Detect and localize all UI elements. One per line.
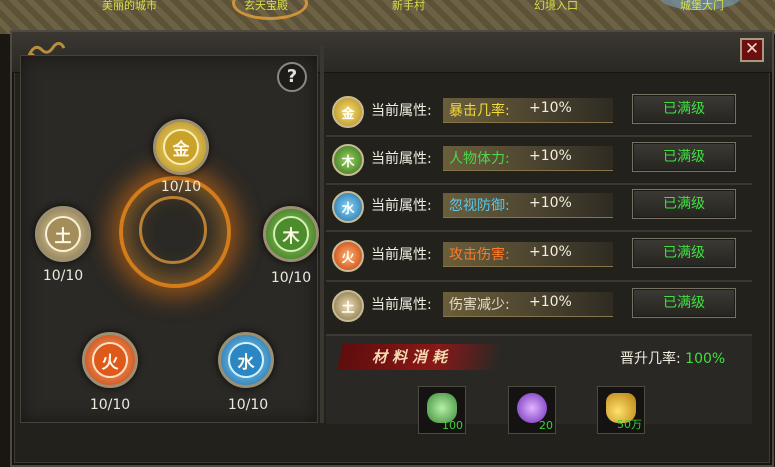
material-slot[interactable]: 50万 bbox=[597, 386, 645, 434]
panel-divider bbox=[320, 45, 324, 423]
map-label: 新手村 bbox=[392, 0, 425, 12]
row-separator bbox=[326, 183, 752, 185]
water-element-icon: 水 bbox=[332, 191, 364, 223]
wood-element-icon: 木 bbox=[332, 144, 364, 176]
attribute-prefix: 当前属性: bbox=[371, 297, 432, 313]
map-label: 美丽的城市 bbox=[102, 0, 157, 12]
promotion-rate-label: 晋升几率: 100% bbox=[620, 348, 725, 368]
fire-level: 10/10 bbox=[89, 397, 131, 413]
max-level-button[interactable]: 已满级 bbox=[632, 288, 736, 318]
map-label: 玄天宝殿 bbox=[244, 0, 288, 12]
attribute-row-water: 水 当前属性: 忽视防御: +10% 已满级 bbox=[330, 187, 750, 229]
vortex-inner-ring bbox=[139, 196, 207, 264]
max-level-button[interactable]: 已满级 bbox=[632, 142, 736, 172]
map-label: 城堡大门 bbox=[680, 0, 724, 12]
fire-element-icon: 火 bbox=[92, 342, 128, 378]
attribute-prefix: 当前属性: bbox=[371, 247, 432, 263]
material-quantity: 100 bbox=[442, 419, 463, 432]
attribute-name: 攻击伤害: bbox=[449, 247, 510, 263]
gold-element-node[interactable]: 金 bbox=[153, 119, 209, 175]
attribute-row-fire: 火 当前属性: 攻击伤害: +10% 已满级 bbox=[330, 236, 750, 278]
materials-title: 材料消耗 bbox=[372, 348, 453, 366]
earth-element-icon: 土 bbox=[332, 290, 364, 322]
map-background: 美丽的城市 玄天宝殿 新手村 幻境入口 城堡大门 bbox=[0, 0, 775, 34]
help-button[interactable]: ? bbox=[277, 62, 307, 92]
water-element-icon: 水 bbox=[228, 342, 264, 378]
wood-element-node[interactable]: 木 bbox=[263, 206, 319, 262]
attribute-name: 人物体力: bbox=[449, 151, 510, 167]
attribute-value: +10% bbox=[529, 148, 572, 164]
earth-level: 10/10 bbox=[42, 268, 84, 284]
attribute-prefix: 当前属性: bbox=[371, 198, 432, 214]
wood-level: 10/10 bbox=[270, 270, 312, 286]
material-quantity: 50万 bbox=[617, 418, 642, 431]
promotion-rate-value: 100% bbox=[685, 351, 726, 367]
max-level-button[interactable]: 已满级 bbox=[632, 238, 736, 268]
material-slot[interactable]: 100 bbox=[418, 386, 466, 434]
fire-element-node[interactable]: 火 bbox=[82, 332, 138, 388]
material-slot[interactable]: 20 bbox=[508, 386, 556, 434]
max-level-button[interactable]: 已满级 bbox=[632, 189, 736, 219]
max-level-button[interactable]: 已满级 bbox=[632, 94, 736, 124]
gold-element-icon: 金 bbox=[163, 129, 199, 165]
fire-element-icon: 火 bbox=[332, 240, 364, 272]
row-separator bbox=[326, 280, 752, 282]
map-label: 幻境入口 bbox=[534, 0, 578, 12]
attribute-prefix: 当前属性: bbox=[371, 151, 432, 167]
row-separator bbox=[326, 135, 752, 137]
attribute-name: 忽视防御: bbox=[449, 198, 510, 214]
material-quantity: 20 bbox=[539, 419, 553, 432]
promotion-rate-text: 晋升几率: bbox=[620, 351, 681, 367]
water-level: 10/10 bbox=[227, 397, 269, 413]
gold-element-icon: 金 bbox=[332, 96, 364, 128]
wood-element-icon: 木 bbox=[273, 216, 309, 252]
attribute-prefix: 当前属性: bbox=[371, 103, 432, 119]
earth-element-node[interactable]: 土 bbox=[35, 206, 91, 262]
attribute-row-gold: 金 当前属性: 暴击几率: +10% 已满级 bbox=[330, 92, 750, 134]
attribute-name: 伤害减少: bbox=[449, 297, 510, 313]
attribute-row-earth: 土 当前属性: 伤害减少: +10% 已满级 bbox=[330, 286, 750, 328]
attribute-value: +10% bbox=[529, 244, 572, 260]
earth-element-icon: 土 bbox=[45, 216, 81, 252]
close-button[interactable]: ✕ bbox=[740, 38, 764, 62]
row-separator bbox=[326, 230, 752, 232]
attribute-row-wood: 木 当前属性: 人物体力: +10% 已满级 bbox=[330, 140, 750, 182]
element-wheel-panel: ? 金 10/10 木 10/10 水 10/10 火 10/10 土 10/1… bbox=[20, 55, 319, 423]
attribute-value: +10% bbox=[529, 195, 572, 211]
water-element-node[interactable]: 水 bbox=[218, 332, 274, 388]
attribute-value: +10% bbox=[529, 294, 572, 310]
gold-level: 10/10 bbox=[160, 179, 202, 195]
attribute-name: 暴击几率: bbox=[449, 103, 510, 119]
attribute-value: +10% bbox=[529, 100, 572, 116]
